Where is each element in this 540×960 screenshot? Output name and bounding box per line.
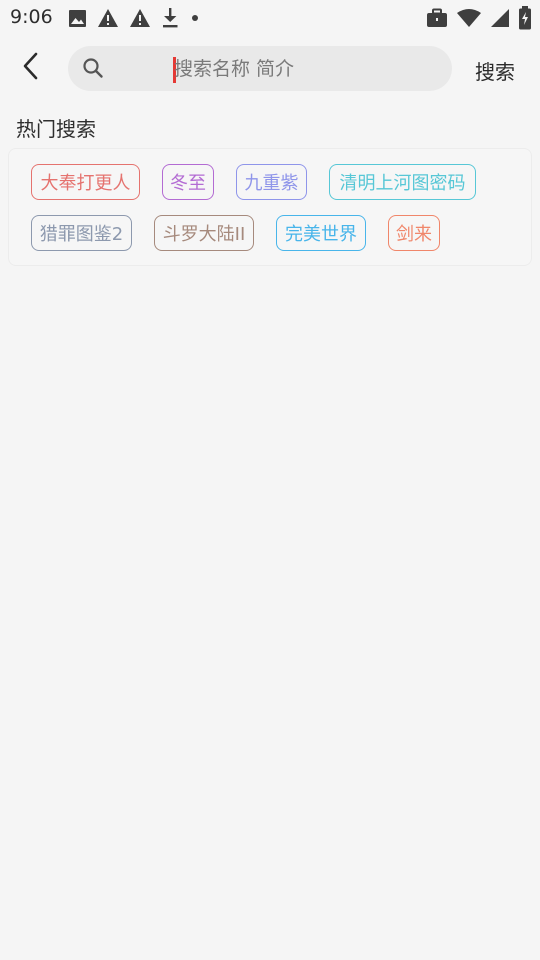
- hot-search-tag[interactable]: 大奉打更人: [31, 164, 140, 200]
- hot-search-title: 热门搜索: [16, 117, 96, 141]
- status-time: 9:06: [10, 6, 53, 28]
- status-system-icons: [426, 6, 532, 30]
- warning-icon: [129, 8, 151, 28]
- hot-search-tag[interactable]: 斗罗大陆II: [154, 215, 254, 251]
- hot-search-tag[interactable]: 清明上河图密码: [329, 164, 476, 200]
- wifi-icon: [456, 8, 482, 28]
- status-bar: 9:06: [0, 0, 540, 36]
- hot-search-tags: 大奉打更人 冬至 九重紫 清明上河图密码 猎罪图鉴2 斗罗大陆II 完美世界 剑…: [8, 148, 532, 266]
- dot-icon: [189, 12, 201, 24]
- search-input[interactable]: [174, 46, 504, 91]
- status-notification-icons: [68, 7, 201, 29]
- image-icon: [68, 9, 87, 28]
- hot-search-tag[interactable]: 猎罪图鉴2: [31, 215, 132, 251]
- chevron-left-icon: [21, 52, 41, 84]
- hot-search-tag[interactable]: 冬至: [162, 164, 214, 200]
- hot-search-tag[interactable]: 九重紫: [236, 164, 307, 200]
- signal-icon: [490, 8, 510, 28]
- briefcase-icon: [426, 8, 448, 28]
- search-box[interactable]: [68, 46, 504, 91]
- search-header: 搜索: [0, 44, 540, 94]
- hot-search-tag[interactable]: 完美世界: [276, 215, 366, 251]
- search-button[interactable]: 搜索: [475, 56, 515, 85]
- back-button[interactable]: [14, 50, 48, 86]
- download-icon: [161, 7, 179, 29]
- warning-icon: [97, 8, 119, 28]
- hot-search-tag[interactable]: 剑来: [388, 215, 440, 251]
- battery-icon: [518, 6, 532, 30]
- search-page: 9:06 搜索名称 简介 搜索 热门搜索 大奉打更人 冬至 九重紫 清明上河图密…: [0, 0, 540, 960]
- search-icon: [82, 57, 104, 83]
